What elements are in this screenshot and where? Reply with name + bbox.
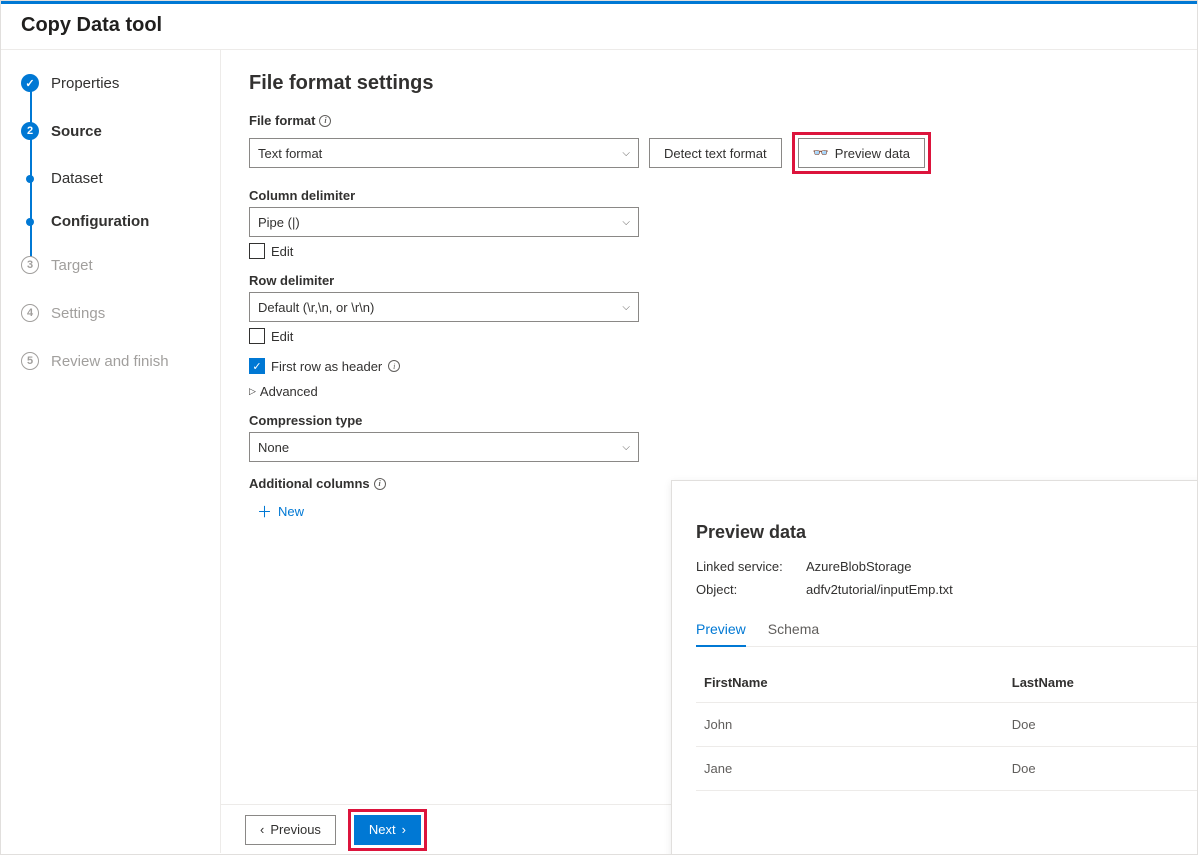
row-delimiter-select[interactable]: Default (\r,\n, or \r\n) ⌵ (249, 292, 639, 322)
first-row-header-checkbox[interactable]: ✓ (249, 358, 265, 374)
highlight-preview-data: 👓 Preview data (792, 132, 931, 174)
preview-data-button[interactable]: 👓 Preview data (798, 138, 925, 168)
plus-icon: ＋ (257, 501, 272, 522)
chevron-down-icon: ⌵ (622, 302, 630, 313)
col-header-lastname: LastName (1004, 663, 1198, 703)
step-connector-line (30, 83, 32, 263)
step-number-icon: 5 (21, 352, 39, 370)
chevron-down-icon: ⌵ (622, 442, 630, 453)
info-icon[interactable]: i (374, 478, 386, 490)
linked-service-value: AzureBlobStorage (806, 559, 912, 574)
detect-text-format-button[interactable]: Detect text format (649, 138, 782, 168)
step-review[interactable]: 5 Review and finish (21, 352, 220, 370)
step-number-icon: 2 (21, 122, 39, 140)
info-icon[interactable]: i (388, 360, 400, 372)
step-target[interactable]: 3 Target (21, 256, 220, 274)
step-number-icon: 3 (21, 256, 39, 274)
object-label: Object: (696, 582, 806, 597)
check-icon: ✓ (21, 74, 39, 92)
preview-data-panel: ⤢ ✕ Preview data Linked service: AzureBl… (671, 480, 1198, 855)
wizard-steps-sidebar: ✓ Properties 2 Source Dataset Configurat… (1, 50, 221, 853)
add-column-button[interactable]: ＋ New (257, 501, 304, 522)
compression-type-label: Compression type (249, 413, 362, 428)
edit-label: Edit (271, 244, 293, 259)
substep-dataset[interactable]: Dataset (21, 170, 220, 187)
file-format-select[interactable]: Text format ⌵ (249, 138, 639, 168)
preview-panel-title: Preview data (696, 522, 1198, 543)
step-source[interactable]: 2 Source (21, 122, 220, 140)
next-button[interactable]: Next › (354, 815, 421, 845)
step-properties[interactable]: ✓ Properties (21, 74, 220, 92)
substep-configuration[interactable]: Configuration (21, 213, 220, 230)
preview-data-table: FirstName LastName John Doe Jane Doe (696, 663, 1198, 791)
table-row: John Doe (696, 703, 1198, 747)
object-value: adfv2tutorial/inputEmp.txt (806, 582, 953, 597)
col-header-firstname: FirstName (696, 663, 1004, 703)
col-delim-edit-checkbox[interactable] (249, 243, 265, 259)
column-delimiter-label: Column delimiter (249, 188, 355, 203)
previous-button[interactable]: ‹ Previous (245, 815, 336, 845)
step-settings[interactable]: 4 Settings (21, 304, 220, 322)
triangle-right-icon: ▷ (249, 386, 256, 397)
tab-preview[interactable]: Preview (696, 613, 746, 647)
linked-service-label: Linked service: (696, 559, 806, 574)
row-delimiter-label: Row delimiter (249, 273, 334, 288)
glasses-icon: 👓 (813, 145, 829, 161)
advanced-toggle[interactable]: ▷ Advanced (249, 384, 1169, 399)
row-delim-edit-checkbox[interactable] (249, 328, 265, 344)
additional-columns-label: Additional columns (249, 476, 370, 491)
compression-type-select[interactable]: None ⌵ (249, 432, 639, 462)
chevron-left-icon: ‹ (260, 822, 264, 837)
chevron-down-icon: ⌵ (622, 217, 630, 228)
first-row-header-label: First row as header (271, 359, 382, 374)
file-format-label: File format (249, 113, 315, 128)
edit-label: Edit (271, 329, 293, 344)
table-row: Jane Doe (696, 747, 1198, 791)
chevron-down-icon: ⌵ (622, 148, 630, 159)
chevron-right-icon: › (402, 822, 406, 837)
info-icon[interactable]: i (319, 115, 331, 127)
highlight-next: Next › (348, 809, 427, 851)
section-heading: File format settings (249, 72, 1169, 95)
tab-schema[interactable]: Schema (768, 613, 819, 647)
column-delimiter-select[interactable]: Pipe (|) ⌵ (249, 207, 639, 237)
page-title: Copy Data tool (1, 4, 1197, 50)
step-number-icon: 4 (21, 304, 39, 322)
